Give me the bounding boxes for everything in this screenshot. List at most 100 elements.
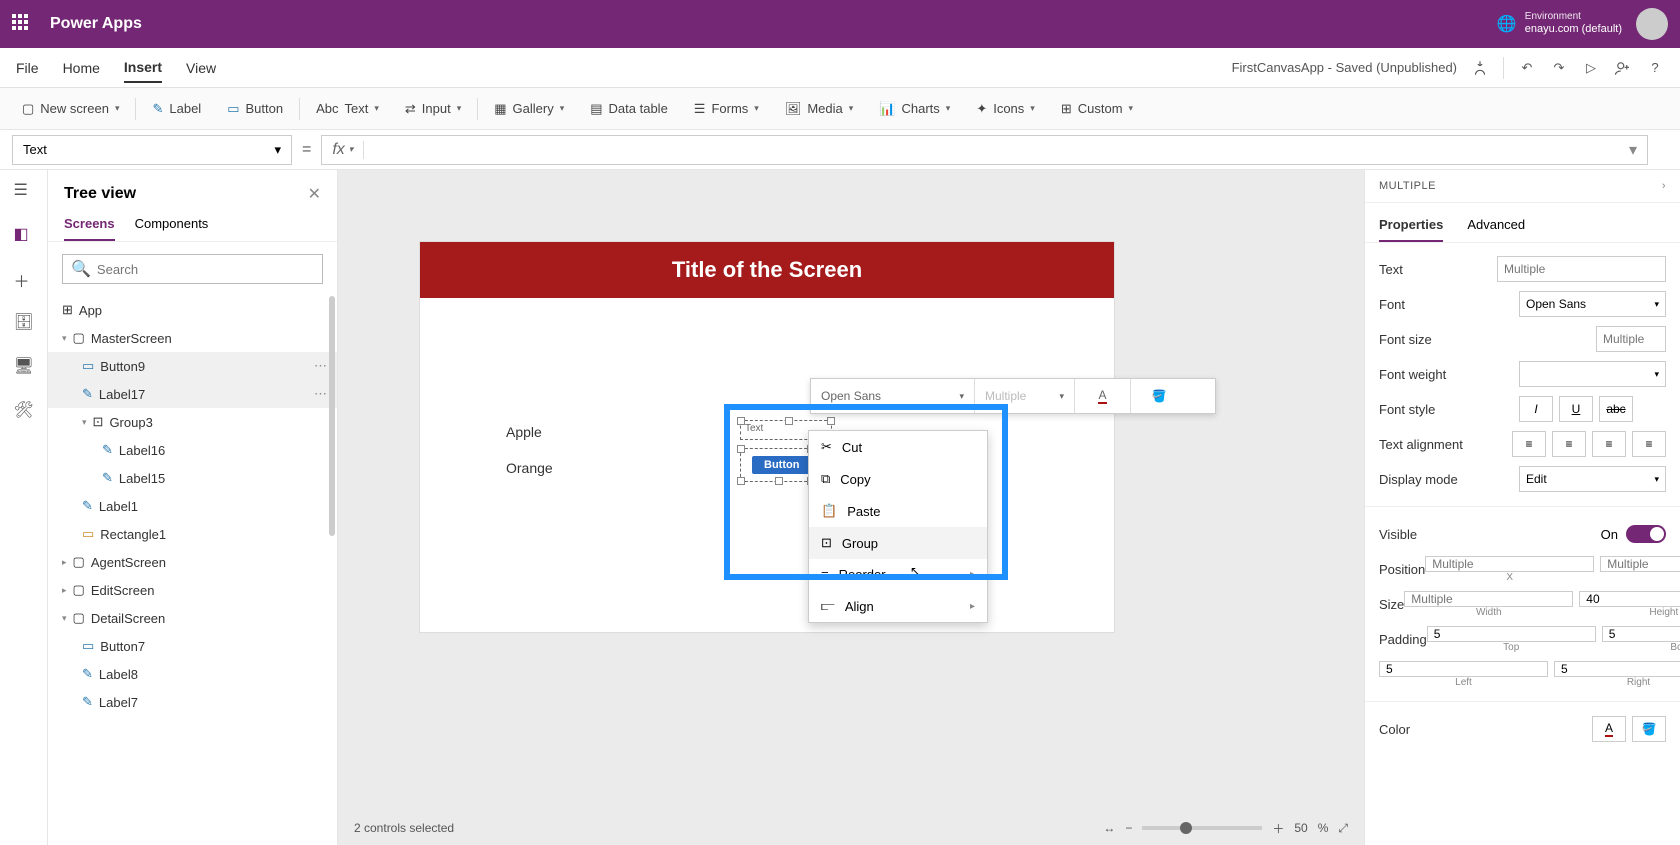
app-checker-icon[interactable] <box>1471 59 1489 77</box>
zoom-slider[interactable] <box>1142 826 1262 830</box>
prop-position-x[interactable] <box>1425 556 1594 572</box>
props-tab-advanced[interactable]: Advanced <box>1467 217 1525 242</box>
ribbon-icons[interactable]: ✦ Icons▾ <box>966 95 1045 123</box>
prop-padding-left[interactable] <box>1379 661 1548 677</box>
align-left-button[interactable]: ≡ <box>1512 431 1546 457</box>
formula-input[interactable] <box>364 142 1619 157</box>
prop-text-input[interactable] <box>1497 256 1666 282</box>
ribbon-datatable[interactable]: ▤ Data table <box>580 95 678 123</box>
add-icon[interactable]: ＋ <box>14 268 34 288</box>
tree-view-icon[interactable]: ◧ <box>14 224 34 244</box>
float-font-dropdown[interactable]: Open Sans▾ <box>811 379 975 413</box>
menu-view[interactable]: View <box>186 54 216 82</box>
float-font-color[interactable]: A <box>1075 379 1131 413</box>
tree-tab-screens[interactable]: Screens <box>64 216 115 241</box>
properties-header[interactable]: MULTIPLE › <box>1365 170 1680 203</box>
ribbon-label[interactable]: ✎ Label <box>142 95 211 123</box>
context-align[interactable]: ⫍Align▸ <box>809 590 987 622</box>
tree-node-rectangle1[interactable]: ▭Rectangle1 <box>48 520 337 548</box>
prop-padding-right[interactable] <box>1554 661 1680 677</box>
prop-font-select[interactable]: Open Sans▾ <box>1519 291 1666 317</box>
tree-node-app[interactable]: ⊞App <box>48 296 337 324</box>
more-icon[interactable]: ⋯ <box>314 358 327 374</box>
tree-search-input[interactable] <box>97 262 314 277</box>
align-justify-button[interactable]: ≡ <box>1632 431 1666 457</box>
tools-icon[interactable]: 🛠 <box>14 400 34 420</box>
share-icon[interactable] <box>1614 59 1632 77</box>
formula-expand-icon[interactable]: ▾ <box>1619 140 1647 160</box>
label-orange[interactable]: Orange <box>506 460 553 476</box>
tree-node-masterscreen[interactable]: ▾▢MasterScreen <box>48 324 337 352</box>
context-copy[interactable]: ⧉Copy <box>809 463 987 495</box>
ribbon-new-screen[interactable]: ▢ New screen▾ <box>12 95 129 123</box>
more-icon[interactable]: ⋯ <box>314 386 327 402</box>
context-paste[interactable]: 📋Paste <box>809 495 987 527</box>
tree-search[interactable]: 🔍 <box>62 254 323 284</box>
undo-icon[interactable]: ↶ <box>1518 59 1536 77</box>
prop-fontsize-input[interactable] <box>1596 326 1666 352</box>
media-rail-icon[interactable]: 🖥 <box>14 356 34 376</box>
tree-node-label7[interactable]: ✎Label7 <box>48 688 337 716</box>
environment-picker[interactable]: 🌐 Environment enayu.com (default) <box>1497 11 1622 36</box>
fit-icon[interactable]: ⤢ <box>1338 821 1348 836</box>
float-fill-color[interactable]: 🪣 <box>1131 379 1187 413</box>
waffle-icon[interactable] <box>12 14 32 34</box>
prop-position-y[interactable] <box>1600 556 1680 572</box>
tree-scrollbar[interactable] <box>329 296 335 536</box>
tree-node-label1[interactable]: ✎Label1 <box>48 492 337 520</box>
help-icon[interactable]: ? <box>1646 59 1664 77</box>
italic-button[interactable]: I <box>1519 396 1553 422</box>
prop-displaymode-select[interactable]: Edit▾ <box>1519 466 1666 492</box>
prop-padding-top[interactable] <box>1427 626 1596 642</box>
tree-node-label15[interactable]: ✎Label15 <box>48 464 337 492</box>
ribbon-text[interactable]: Abc Text▾ <box>306 95 389 122</box>
redo-icon[interactable]: ↷ <box>1550 59 1568 77</box>
context-group[interactable]: ⊡Group <box>809 527 987 559</box>
zoom-in-icon[interactable]: ＋ <box>1272 820 1284 837</box>
ribbon-custom[interactable]: ⊞ Custom▾ <box>1051 95 1143 123</box>
tree-node-button7[interactable]: ▭Button7 <box>48 632 337 660</box>
zoom-out-icon[interactable]: − <box>1125 821 1132 835</box>
font-color-button[interactable]: A <box>1592 716 1626 742</box>
avatar[interactable] <box>1636 8 1668 40</box>
underline-button[interactable]: U <box>1559 396 1593 422</box>
menu-insert[interactable]: Insert <box>124 53 162 83</box>
property-dropdown[interactable]: Text ▾ <box>12 135 292 165</box>
context-reorder[interactable]: ≡Reorder▸ <box>809 559 987 590</box>
ribbon-media[interactable]: 🖼 Media▾ <box>775 95 863 123</box>
prop-size-w[interactable] <box>1404 591 1573 607</box>
data-icon[interactable]: 🗄 <box>14 312 34 332</box>
ribbon-forms[interactable]: ☰ Forms▾ <box>684 95 769 123</box>
props-tab-properties[interactable]: Properties <box>1379 217 1443 242</box>
float-size-dropdown[interactable]: Multiple▾ <box>975 379 1075 413</box>
visible-toggle[interactable] <box>1626 525 1666 543</box>
align-right-button[interactable]: ≡ <box>1592 431 1626 457</box>
tree-node-agentscreen[interactable]: ▸▢AgentScreen <box>48 548 337 576</box>
hamburger-icon[interactable]: ☰ <box>14 180 34 200</box>
tree-node-detailscreen[interactable]: ▾▢DetailScreen <box>48 604 337 632</box>
canvas-content[interactable]: Title of the Screen Apple Orange Text Bu… <box>338 170 1364 811</box>
tree-node-editscreen[interactable]: ▸▢EditScreen <box>48 576 337 604</box>
tree-node-group3[interactable]: ▾⊡Group3 <box>48 408 337 436</box>
close-icon[interactable]: ✕ <box>308 184 321 204</box>
selection-box-button[interactable] <box>740 448 812 482</box>
ribbon-gallery[interactable]: ▦ Gallery▾ <box>484 95 574 123</box>
menu-file[interactable]: File <box>16 54 39 82</box>
align-center-button[interactable]: ≡ <box>1552 431 1586 457</box>
context-cut[interactable]: ✂Cut <box>809 431 987 463</box>
device-switch-icon[interactable]: ↔ <box>1103 821 1115 835</box>
tree-tab-components[interactable]: Components <box>135 216 209 241</box>
menu-home[interactable]: Home <box>63 54 100 82</box>
tree-node-button9[interactable]: ▭Button9⋯ <box>48 352 337 380</box>
ribbon-button[interactable]: ▭ Button <box>217 95 293 123</box>
fx-label[interactable]: fx▾ <box>322 141 364 159</box>
prop-padding-bottom[interactable] <box>1602 626 1680 642</box>
tree-node-label16[interactable]: ✎Label16 <box>48 436 337 464</box>
prop-size-h[interactable] <box>1579 591 1680 607</box>
strikethrough-button[interactable]: abc <box>1599 396 1633 422</box>
ribbon-input[interactable]: ⇄ Input▾ <box>395 95 471 123</box>
tree-node-label8[interactable]: ✎Label8 <box>48 660 337 688</box>
label-apple[interactable]: Apple <box>506 424 542 440</box>
tree-node-label17[interactable]: ✎Label17⋯ <box>48 380 337 408</box>
prop-fontweight-select[interactable]: ▾ <box>1519 361 1666 387</box>
